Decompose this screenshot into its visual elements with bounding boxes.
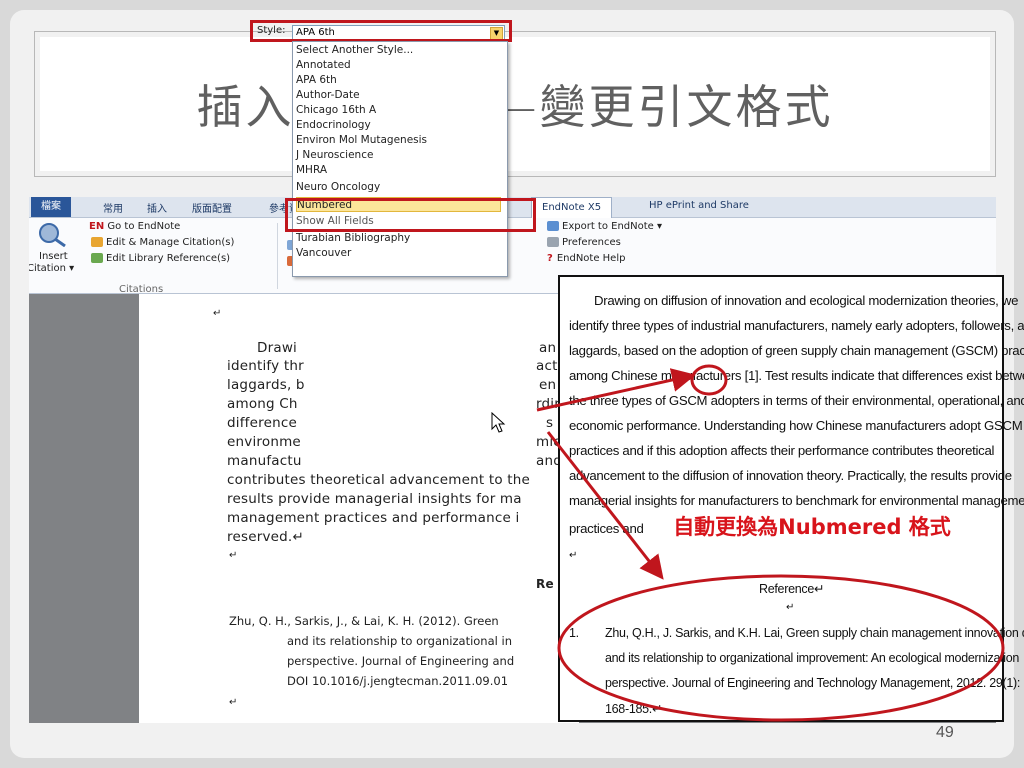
references-heading: Re — [536, 577, 554, 591]
preview-line: Drawing on diffusion of innovation and e… — [594, 293, 1019, 308]
go-to-endnote-button[interactable]: EN Go to EndNote — [89, 221, 180, 232]
tab-layout[interactable]: 版面配置 — [192, 200, 232, 215]
tab-home[interactable]: 常用 — [103, 200, 123, 215]
style-option[interactable]: MHRA — [296, 163, 501, 178]
return-mark: ↵ — [229, 697, 238, 708]
insert-citation-button[interactable]: Insert Citation ▾ — [29, 221, 75, 279]
ribbon-separator — [277, 223, 278, 289]
preview-line: practices and if this adoption affects t… — [569, 443, 995, 458]
export-to-endnote-button[interactable]: Export to EndNote ▾ — [547, 221, 662, 232]
edit-library-icon — [91, 253, 103, 263]
body-line: Drawi — [257, 340, 298, 356]
callout-label: 自動更換為Nubmered 格式 — [647, 512, 977, 542]
edit-library-reference-button[interactable]: Edit Library Reference(s) — [91, 253, 230, 264]
edit-library-reference-label: Edit Library Reference(s) — [106, 253, 231, 264]
style-option[interactable]: Neuro Oncology — [296, 180, 501, 195]
preview-reference-number: 1. — [569, 626, 579, 640]
return-mark: ↵ — [213, 308, 222, 319]
style-option[interactable]: Environ Mol Mutagenesis — [296, 133, 501, 148]
return-mark: ↵ — [569, 550, 578, 561]
body-line: results provide managerial insights for … — [227, 491, 522, 507]
body-line: among Ch — [227, 396, 298, 412]
preferences-label: Preferences — [562, 237, 621, 248]
body-line: laggards, b — [227, 377, 305, 393]
reference-line: DOI 10.1016/j.jengtecman.2011.09.01 — [287, 674, 509, 688]
endnote-help-button[interactable]: ? EndNote Help — [547, 253, 625, 264]
endnote-help-label: EndNote Help — [556, 253, 626, 264]
numbered-highlight-box — [285, 198, 536, 232]
body-line: contributes theoretical advancement to t… — [227, 472, 531, 488]
style-option[interactable]: Author-Date — [296, 88, 501, 103]
insert-citation-label: Insert — [39, 251, 68, 262]
style-option[interactable]: Endocrinology — [296, 118, 501, 133]
body-fragment: an — [539, 340, 557, 356]
reference-line: Zhu, Q. H., Sarkis, J., & Lai, K. H. (20… — [229, 614, 499, 628]
preferences-icon — [547, 237, 559, 247]
export-icon — [547, 221, 559, 231]
style-option[interactable]: J Neuroscience — [296, 148, 501, 163]
preview-reference-line: 168-185.↵ — [605, 702, 663, 716]
preview-line: among Chinese manufacturers [1]. Test re… — [569, 368, 1024, 383]
preview-line: economic performance. Understanding how … — [569, 418, 1023, 433]
edit-manage-citations-label: Edit & Manage Citation(s) — [106, 237, 235, 248]
style-option[interactable]: Vancouver — [296, 246, 501, 261]
style-option[interactable]: Chicago 16th A — [296, 103, 501, 118]
body-line: environme — [227, 434, 301, 450]
preview-line: managerial insights for manufacturers to… — [569, 493, 1024, 508]
help-icon: ? — [547, 253, 553, 264]
tab-file[interactable]: 檔案 — [31, 197, 71, 217]
mouse-cursor-icon — [491, 412, 506, 433]
body-fragment: rdir — [536, 396, 560, 412]
preferences-button[interactable]: Preferences — [547, 237, 621, 248]
tab-endnote-x5[interactable]: EndNote X5 — [531, 197, 613, 219]
preview-line: laggards, based on the adoption of green… — [569, 343, 1024, 358]
tab-insert[interactable]: 插入 — [147, 200, 167, 215]
preview-reference-line: perspective. Journal of Engineering and … — [605, 676, 1024, 690]
preview-reference-heading: Reference↵ — [759, 582, 825, 596]
body-fragment: s — [546, 415, 554, 431]
body-line: identify thr — [227, 358, 304, 374]
return-mark: ↵ — [786, 602, 795, 613]
endnote-en-icon: EN — [89, 221, 105, 232]
export-to-endnote-label: Export to EndNote ▾ — [562, 221, 663, 232]
style-highlight-box — [250, 20, 512, 42]
body-line: difference — [227, 415, 297, 431]
body-line: reserved.↵ — [227, 529, 304, 545]
reference-line: perspective. Journal of Engineering and — [287, 654, 515, 668]
body-line: manufactu — [227, 453, 302, 469]
title-box: 插入引用文獻—變更引文格式 — [40, 37, 990, 171]
preview-reference-line: Zhu, Q.H., J. Sarkis, and K.H. Lai, Gree… — [605, 626, 1024, 640]
style-option[interactable]: Annotated — [296, 58, 501, 73]
preview-line: practices and p — [569, 521, 654, 536]
preview-line: the three types of GSCM adopters in term… — [569, 393, 1024, 408]
style-dropdown-list: Select Another Style... Annotated APA 6t… — [292, 41, 508, 277]
preview-line: identify three types of industrial manuf… — [569, 318, 1024, 333]
preview-line: advancement to the diffusion of innovati… — [569, 468, 1012, 483]
tab-hp-eprint[interactable]: HP ePrint and Share — [649, 200, 749, 211]
insert-citation-icon — [39, 223, 66, 247]
page-number: 49 — [936, 724, 954, 741]
edit-manage-citations-button[interactable]: Edit & Manage Citation(s) — [91, 237, 234, 248]
edit-citation-icon — [91, 237, 103, 247]
body-line: management practices and performance i — [227, 510, 520, 526]
body-fragment: en — [539, 377, 557, 393]
style-option[interactable]: Select Another Style... — [296, 43, 501, 58]
go-to-endnote-label: Go to EndNote — [107, 221, 181, 232]
reference-line: and its relationship to organizational i… — [287, 634, 512, 648]
insert-citation-label-2: Citation ▾ — [29, 263, 75, 274]
style-option[interactable]: Turabian Bibliography — [296, 231, 501, 246]
style-option[interactable]: APA 6th — [296, 73, 501, 88]
return-mark: ↵ — [229, 550, 238, 561]
preview-reference-line: and its relationship to organizational i… — [605, 651, 1020, 665]
